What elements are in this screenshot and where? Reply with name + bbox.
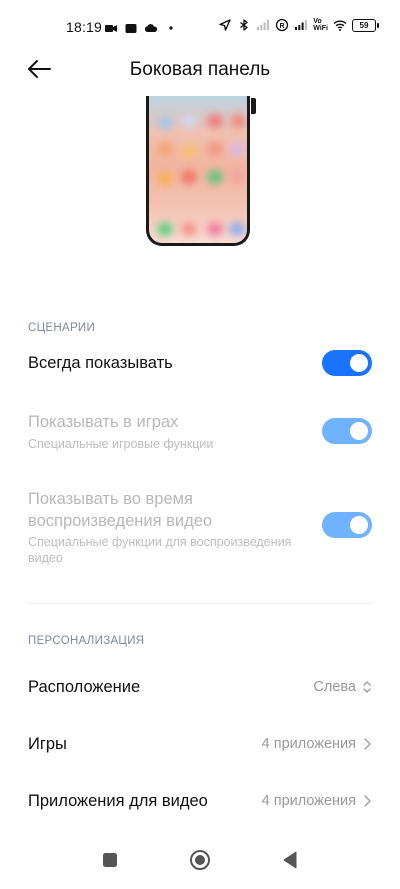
divider [28,603,372,604]
blurred-app-icon [157,116,173,130]
battery-icon: 59 [352,18,379,32]
setting-subtitle: Специальные игровые функции [28,437,214,451]
show-in-games-toggle[interactable] [322,418,372,444]
position-select[interactable]: Слева [313,679,372,695]
blurred-app-icon [229,222,245,236]
vowifi-icon: Vo WiFi [313,18,328,32]
setting-show-in-video[interactable]: Показывать во время воспроизведения виде… [28,488,310,566]
games-value-link[interactable]: 4 приложения [262,736,372,752]
show-in-video-toggle[interactable] [322,512,372,538]
signal-empty-icon [257,20,270,30]
wifi-icon [333,20,347,31]
toggle-knob [350,422,368,440]
cloud-icon [144,24,158,32]
blurred-app-icon [207,114,223,128]
blurred-app-icon [157,172,173,186]
recent-apps-icon[interactable] [102,852,118,868]
setting-always-show[interactable]: Всегда показывать [28,354,372,373]
blurred-app-icon [157,142,173,156]
toggle-knob [350,354,368,372]
setting-title: Показывать во время воспроизведения виде… [28,490,213,530]
blurred-app-icon [181,114,197,128]
chevron-right-icon [364,738,371,750]
blurred-app-icon [229,142,245,156]
blurred-app-icon [229,170,245,184]
setting-title: Показывать в играх [28,413,179,431]
games-value: 4 приложения [261,736,356,752]
up-down-chevron-icon [363,681,371,693]
svg-text:R: R [280,23,285,30]
blurred-app-icon [157,222,173,236]
vowifi-bottom-text: WiFi [313,25,328,32]
blurred-app-icon [207,170,223,184]
location-arrow-icon [219,19,231,31]
status-bar: 18:19 R Vo WiFi 59 [0,0,400,56]
dot-icon [169,26,173,30]
video-apps-value-link[interactable]: 4 приложения [262,793,372,809]
status-time: 18:19 [66,19,103,35]
toggle-knob [350,516,368,534]
chevron-right-icon [364,795,371,807]
status-system-icons: R Vo WiFi 59 [218,18,379,32]
position-value: Слева [313,679,356,695]
always-show-toggle[interactable] [322,350,372,376]
message-icon [125,24,137,33]
blurred-app-icon [207,142,223,156]
blurred-app-icon [181,144,197,158]
blurred-app-icon [181,222,197,236]
header: Боковая панель [0,52,400,88]
sidebar-preview-image [146,96,250,246]
section-label-personalization: ПЕРСОНАЛИЗАЦИЯ [28,635,145,647]
section-label-scenarios: СЦЕНАРИИ [28,322,96,334]
video-camera-icon [105,25,117,32]
roaming-icon: R [276,18,289,32]
setting-subtitle: Специальные функции для воспроизведения … [28,535,292,565]
vowifi-top-text: Vo [313,18,322,25]
navigation-bar [0,833,400,889]
sidebar-handle [251,98,256,114]
setting-show-in-games[interactable]: Показывать в играх Специальные игровые ф… [28,413,310,452]
blurred-app-icon [207,222,223,236]
setting-title: Всегда показывать [28,354,173,372]
video-apps-value: 4 приложения [261,793,356,809]
bluetooth-icon [240,19,248,31]
blurred-app-icon [181,170,197,184]
signal-icon [295,20,308,30]
back-triangle-icon[interactable] [282,851,298,869]
blurred-app-icon [231,114,245,128]
home-icon[interactable] [189,849,211,871]
status-notification-icons [104,21,178,35]
page-title: Боковая панель [129,59,271,80]
